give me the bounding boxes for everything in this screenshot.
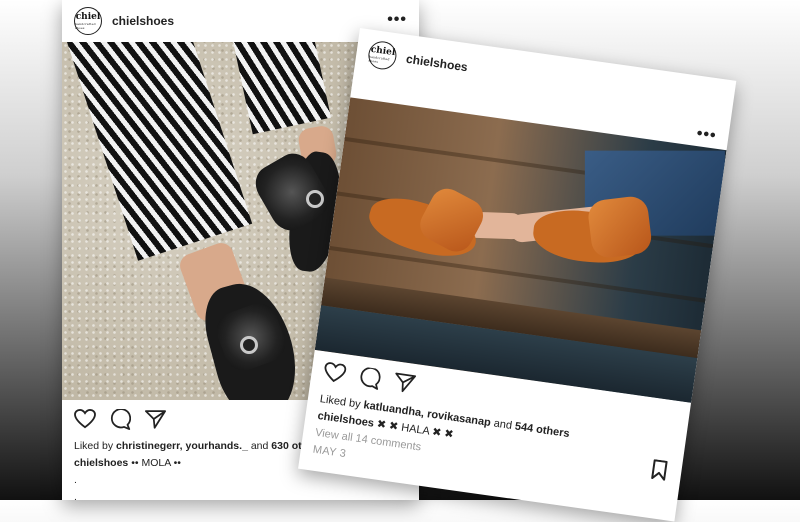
striped-pants-left [67,42,253,261]
avatar[interactable]: chiel handcrafted shoes [74,7,102,35]
avatar[interactable]: chiel handcrafted shoes [366,39,399,72]
username[interactable]: chielshoes [112,14,174,28]
liked-mid: and [247,440,272,452]
heart-icon[interactable] [74,409,96,429]
metal-ring-lower [240,336,258,354]
metal-ring-upper [306,190,324,208]
post-photo[interactable] [314,97,727,403]
heart-icon[interactable] [322,361,347,384]
share-icon[interactable] [393,371,417,394]
liked-users[interactable]: christinegerr, yourhands._ [116,440,248,452]
orange-bow-right [586,194,654,260]
share-icon[interactable] [145,409,166,429]
comment-icon[interactable] [110,408,131,430]
instagram-post-right: chiel handcrafted shoes chielshoes ••• L… [298,28,737,522]
more-icon[interactable]: ••• [387,12,407,28]
avatar-logo-text: chiel [75,11,101,22]
more-icon[interactable]: ••• [696,125,718,145]
avatar-logo-subtext: handcrafted shoes [75,21,96,30]
striped-pants-right [232,42,332,135]
username[interactable]: chielshoes [405,52,468,74]
comment-icon[interactable] [358,366,382,390]
liked-prefix: Liked by [74,440,117,452]
liked-mid: and [489,417,516,433]
caption-text: •• MOLA •• [128,457,181,469]
caption-extra-2: . [74,491,77,500]
caption-username[interactable]: chielshoes [74,457,128,469]
